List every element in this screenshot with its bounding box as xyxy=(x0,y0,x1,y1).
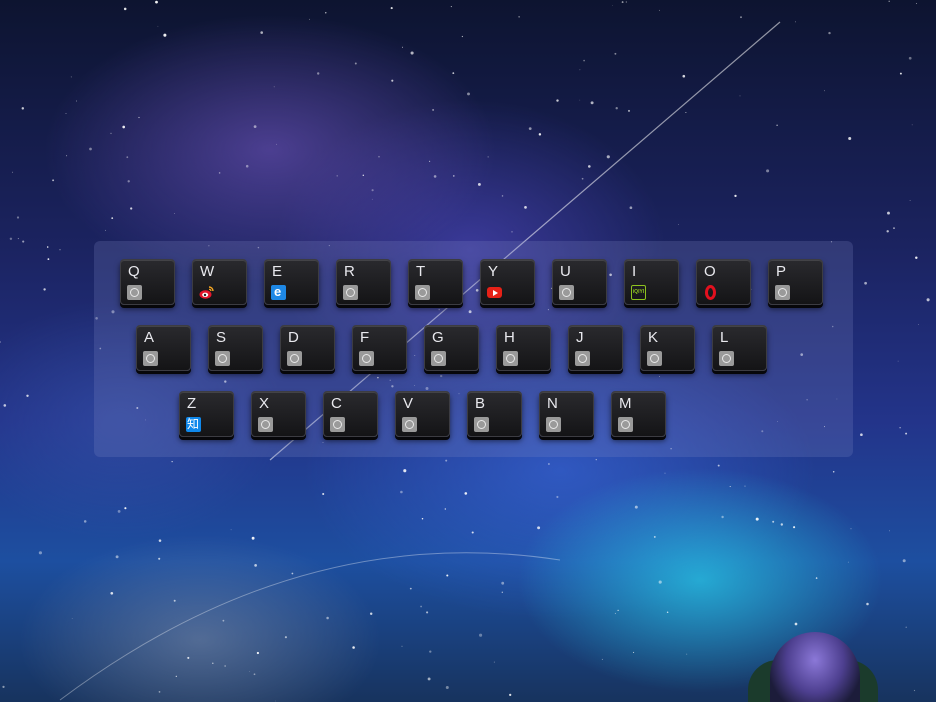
default-site-icon xyxy=(287,351,302,366)
key-letter: W xyxy=(200,263,215,280)
default-site-icon xyxy=(647,351,662,366)
key-letter: T xyxy=(416,263,426,280)
weibo-icon xyxy=(199,285,214,300)
key-letter: D xyxy=(288,329,299,346)
key-n[interactable]: N xyxy=(539,391,594,437)
key-e[interactable]: E xyxy=(264,259,319,305)
default-site-icon xyxy=(143,351,158,366)
horizon-arc xyxy=(59,552,561,701)
default-site-icon xyxy=(546,417,561,432)
key-letter: O xyxy=(704,263,716,280)
key-m[interactable]: M xyxy=(611,391,666,437)
key-letter: U xyxy=(560,263,571,280)
key-letter: C xyxy=(331,395,342,412)
default-site-icon xyxy=(127,285,142,300)
key-w[interactable]: W xyxy=(192,259,247,305)
key-letter: H xyxy=(504,329,515,346)
key-letter: Q xyxy=(128,263,140,280)
key-letter: B xyxy=(475,395,486,412)
key-s[interactable]: S xyxy=(208,325,263,371)
key-j[interactable]: J xyxy=(568,325,623,371)
key-o[interactable]: O xyxy=(696,259,751,305)
default-site-icon xyxy=(719,351,734,366)
key-r[interactable]: R xyxy=(336,259,391,305)
key-letter: X xyxy=(259,395,270,412)
key-letter: J xyxy=(576,329,584,346)
key-p[interactable]: P xyxy=(768,259,823,305)
key-h[interactable]: H xyxy=(496,325,551,371)
iqiyi-icon xyxy=(631,285,646,300)
key-a[interactable]: A xyxy=(136,325,191,371)
key-i[interactable]: I xyxy=(624,259,679,305)
default-site-icon xyxy=(330,417,345,432)
default-site-icon xyxy=(359,351,374,366)
key-u[interactable]: U xyxy=(552,259,607,305)
key-g[interactable]: G xyxy=(424,325,479,371)
default-site-icon xyxy=(258,417,273,432)
default-site-icon xyxy=(215,351,230,366)
key-letter: Z xyxy=(187,395,197,412)
key-l[interactable]: L xyxy=(712,325,767,371)
key-letter: R xyxy=(344,263,355,280)
key-letter: P xyxy=(776,263,787,280)
opera-icon xyxy=(703,285,718,300)
default-site-icon xyxy=(402,417,417,432)
default-site-icon xyxy=(474,417,489,432)
key-letter: G xyxy=(432,329,444,346)
ie-icon xyxy=(271,284,286,300)
key-x[interactable]: X xyxy=(251,391,306,437)
key-v[interactable]: V xyxy=(395,391,450,437)
default-site-icon xyxy=(559,285,574,300)
key-f[interactable]: F xyxy=(352,325,407,371)
key-letter: K xyxy=(648,329,659,346)
key-q[interactable]: Q xyxy=(120,259,175,305)
key-z[interactable]: Z xyxy=(179,391,234,437)
default-site-icon xyxy=(775,285,790,300)
youtube-icon xyxy=(487,285,502,300)
default-site-icon xyxy=(618,417,633,432)
key-k[interactable]: K xyxy=(640,325,695,371)
key-letter: A xyxy=(144,329,155,346)
key-y[interactable]: Y xyxy=(480,259,535,305)
default-site-icon xyxy=(503,351,518,366)
default-site-icon xyxy=(343,285,358,300)
key-letter: Y xyxy=(488,263,499,280)
key-letter: M xyxy=(619,395,632,412)
key-t[interactable]: T xyxy=(408,259,463,305)
key-d[interactable]: D xyxy=(280,325,335,371)
key-letter: S xyxy=(216,329,227,346)
key-c[interactable]: C xyxy=(323,391,378,437)
key-letter: V xyxy=(403,395,414,412)
key-letter: I xyxy=(632,263,637,280)
zhihu-icon xyxy=(186,417,201,432)
key-letter: F xyxy=(360,329,370,346)
key-letter: N xyxy=(547,395,558,412)
key-letter: E xyxy=(272,263,283,280)
default-site-icon xyxy=(431,351,446,366)
keyboard-panel: Q W E R T Y U I O P A S D F G H J K L Z X C V B N M xyxy=(94,241,853,457)
key-letter: L xyxy=(720,329,729,346)
default-site-icon xyxy=(575,351,590,366)
key-b[interactable]: B xyxy=(467,391,522,437)
default-site-icon xyxy=(415,285,430,300)
